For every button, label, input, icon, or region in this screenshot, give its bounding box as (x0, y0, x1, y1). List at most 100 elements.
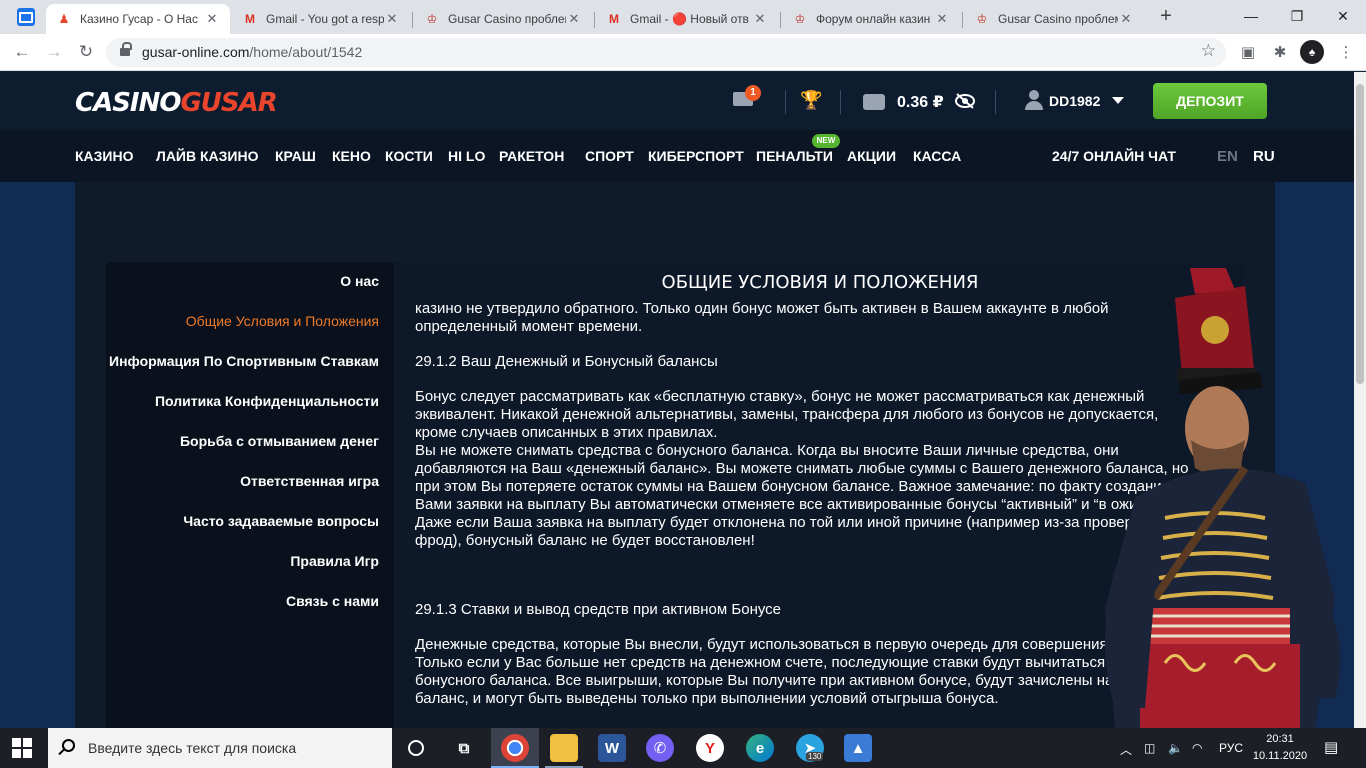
bookmark-star-icon[interactable]: ☆ (1201, 41, 1216, 61)
extensions-puzzle-icon[interactable]: ✱ (1268, 41, 1292, 65)
username[interactable]: DD1982 (1049, 93, 1100, 109)
sidebar-item-game-rules[interactable]: Правила Игр (290, 553, 379, 569)
profile-avatar[interactable]: ♠ (1300, 40, 1324, 64)
paragraph: казино не утвердило обратного. Только од… (415, 300, 1109, 335)
lang-ru[interactable]: RU (1253, 148, 1275, 165)
tab-gmail-2[interactable]: M Gmail - 🔴 Новый отв ✕ (596, 4, 778, 34)
tab-gusar-problems-2[interactable]: ♔ Gusar Casino проблем ✕ (964, 4, 1144, 34)
task-view-icon[interactable]: ⧉ (450, 734, 478, 762)
close-tab-icon[interactable]: ✕ (204, 11, 220, 27)
chrome-menu-icon[interactable]: ⋮ (1334, 41, 1358, 65)
close-window-button[interactable]: ✕ (1320, 0, 1366, 34)
edge-icon[interactable]: e (746, 734, 774, 762)
nav-hilo[interactable]: HI LO (448, 148, 485, 164)
tab-divider (412, 12, 413, 28)
search-icon (62, 739, 75, 752)
hide-balance-icon[interactable] (954, 92, 976, 110)
new-badge: NEW (812, 134, 840, 148)
live-chat-link[interactable]: 24/7 ОНЛАЙН ЧАТ (1052, 148, 1176, 164)
url-text: gusar-online.com/home/about/1542 (142, 44, 363, 60)
user-icon[interactable] (1025, 90, 1043, 110)
forward-icon[interactable]: → (42, 41, 66, 65)
page-title: ОБЩИЕ УСЛОВИЯ И ПОЛОЖЕНИЯ (661, 272, 979, 293)
paragraph: Денежные средства, которые Вы внесли, бу… (415, 636, 1186, 707)
yandex-browser-icon[interactable]: Y (696, 734, 724, 762)
forum-favicon-icon: ♔ (976, 12, 988, 26)
clock-date: 10.11.2020 (1252, 750, 1308, 762)
nav-casino[interactable]: КАЗИНО (75, 148, 134, 164)
sidebar-item-responsible-gaming[interactable]: Ответственная игра (240, 473, 379, 489)
close-tab-icon[interactable]: ✕ (752, 11, 768, 27)
gusar-favicon-icon: ♟ (58, 12, 70, 26)
back-icon[interactable]: ← (10, 41, 34, 65)
scrollbar-thumb[interactable] (1356, 84, 1364, 384)
mail-app-icon[interactable] (17, 8, 35, 26)
tab-divider (594, 12, 595, 28)
casino-logo[interactable]: CASINOGUSAR (75, 88, 278, 118)
sidebar-item-faq[interactable]: Часто задаваемые вопросы (183, 513, 379, 529)
sidebar-item-about[interactable]: О нас (340, 273, 379, 289)
restore-button[interactable]: ❐ (1274, 0, 1320, 34)
tab-casino-gusar[interactable]: ♟ Казино Гусар - О Нас ✕ (46, 4, 230, 34)
file-explorer-icon[interactable] (550, 734, 578, 762)
close-tab-icon[interactable]: ✕ (1118, 11, 1134, 27)
close-tab-icon[interactable]: ✕ (566, 11, 582, 27)
tab-gmail-1[interactable]: M Gmail - You got a resp ✕ (232, 4, 410, 34)
close-tab-icon[interactable]: ✕ (384, 11, 400, 27)
minimize-button[interactable]: — (1228, 0, 1274, 34)
header-divider (840, 90, 841, 114)
wallet-icon[interactable] (863, 94, 885, 110)
close-tab-icon[interactable]: ✕ (934, 11, 950, 27)
tray-chevron-up-icon[interactable]: ︿ (1120, 741, 1132, 758)
tab-gusar-problems-1[interactable]: ♔ Gusar Casino проблем ✕ (414, 4, 592, 34)
chrome-icon[interactable] (501, 734, 529, 762)
tab-title: Gusar Casino проблем (448, 12, 566, 26)
section-heading: 29.1.3 Ставки и вывод средств при активн… (415, 601, 782, 618)
taskbar-search-input[interactable]: Введите здесь текст для поиска (48, 728, 392, 768)
cortana-icon[interactable] (402, 734, 430, 762)
sidebar-item-aml[interactable]: Борьба с отмыванием денег (180, 433, 379, 449)
lang-en[interactable]: EN (1217, 148, 1238, 165)
paragraph: Вы не можете снимать средства с бонусног… (415, 442, 1194, 549)
clock[interactable]: 20:31 10.11.2020 (1252, 731, 1308, 765)
network-icon[interactable]: ◫ (1144, 741, 1155, 755)
notifications-icon[interactable]: ▤ (1324, 738, 1338, 756)
trophy-icon[interactable]: 🏆 (800, 90, 822, 110)
windows-start-icon[interactable] (12, 738, 32, 758)
nav-rocket[interactable]: РАКЕТОН (499, 148, 564, 164)
browser-tab-strip: ♟ Казино Гусар - О Нас ✕ M Gmail - You g… (0, 0, 1366, 34)
volume-icon[interactable]: 🔈 (1168, 741, 1183, 755)
nav-live-casino[interactable]: ЛАЙВ КАЗИНО (156, 148, 258, 164)
nav-cashier[interactable]: КАССА (913, 148, 961, 164)
address-bar[interactable]: gusar-online.com/home/about/1542 ☆ (106, 38, 1226, 67)
nav-sport[interactable]: СПОРТ (585, 148, 634, 164)
wifi-icon[interactable]: ◠ (1192, 741, 1202, 755)
nav-crash[interactable]: КРАШ (275, 148, 316, 164)
tab-forum[interactable]: ♔ Форум онлайн казин ✕ (782, 4, 960, 34)
input-language[interactable]: РУС (1219, 741, 1243, 755)
reload-icon[interactable]: ↻ (74, 41, 98, 65)
main-nav: КАЗИНО ЛАЙВ КАЗИНО КРАШ КЕНО КОСТИ HI LO… (0, 130, 1354, 182)
viber-icon[interactable]: ✆ (646, 734, 674, 762)
forum-favicon-icon: ♔ (794, 12, 806, 26)
nav-dice[interactable]: КОСТИ (385, 148, 433, 164)
sidebar-item-terms[interactable]: Общие Условия и Положения (186, 313, 379, 329)
chevron-down-icon[interactable] (1112, 97, 1124, 104)
paragraph: Бонус следует рассматривать как «бесплат… (415, 388, 1159, 441)
nav-penalty[interactable]: ПЕНАЛЬТИ (756, 148, 833, 164)
nav-keno[interactable]: КЕНО (332, 148, 371, 164)
page-scrollbar[interactable] (1354, 72, 1366, 728)
photos-icon[interactable]: ▲ (844, 734, 872, 762)
new-tab-button[interactable]: + (1155, 6, 1177, 28)
sidebar-item-contact[interactable]: Связь с нами (286, 593, 379, 609)
deposit-button[interactable]: ДЕПОЗИТ (1153, 83, 1267, 119)
nav-esport[interactable]: КИБЕРСПОРТ (648, 148, 744, 164)
lock-icon[interactable] (120, 42, 132, 58)
extension-icon[interactable]: ▣ (1236, 41, 1260, 65)
header-divider (995, 90, 996, 114)
nav-promotions[interactable]: АКЦИИ (847, 148, 896, 164)
word-icon[interactable]: W (598, 734, 626, 762)
sidebar-item-privacy[interactable]: Политика Конфиденциальности (155, 393, 379, 409)
site-header: CASINOGUSAR 🏆 0.36 ₽ DD1982 ДЕПОЗИТ (0, 72, 1354, 130)
sidebar-item-sport-bets[interactable]: Информация По Спортивным Ставкам (109, 353, 379, 369)
